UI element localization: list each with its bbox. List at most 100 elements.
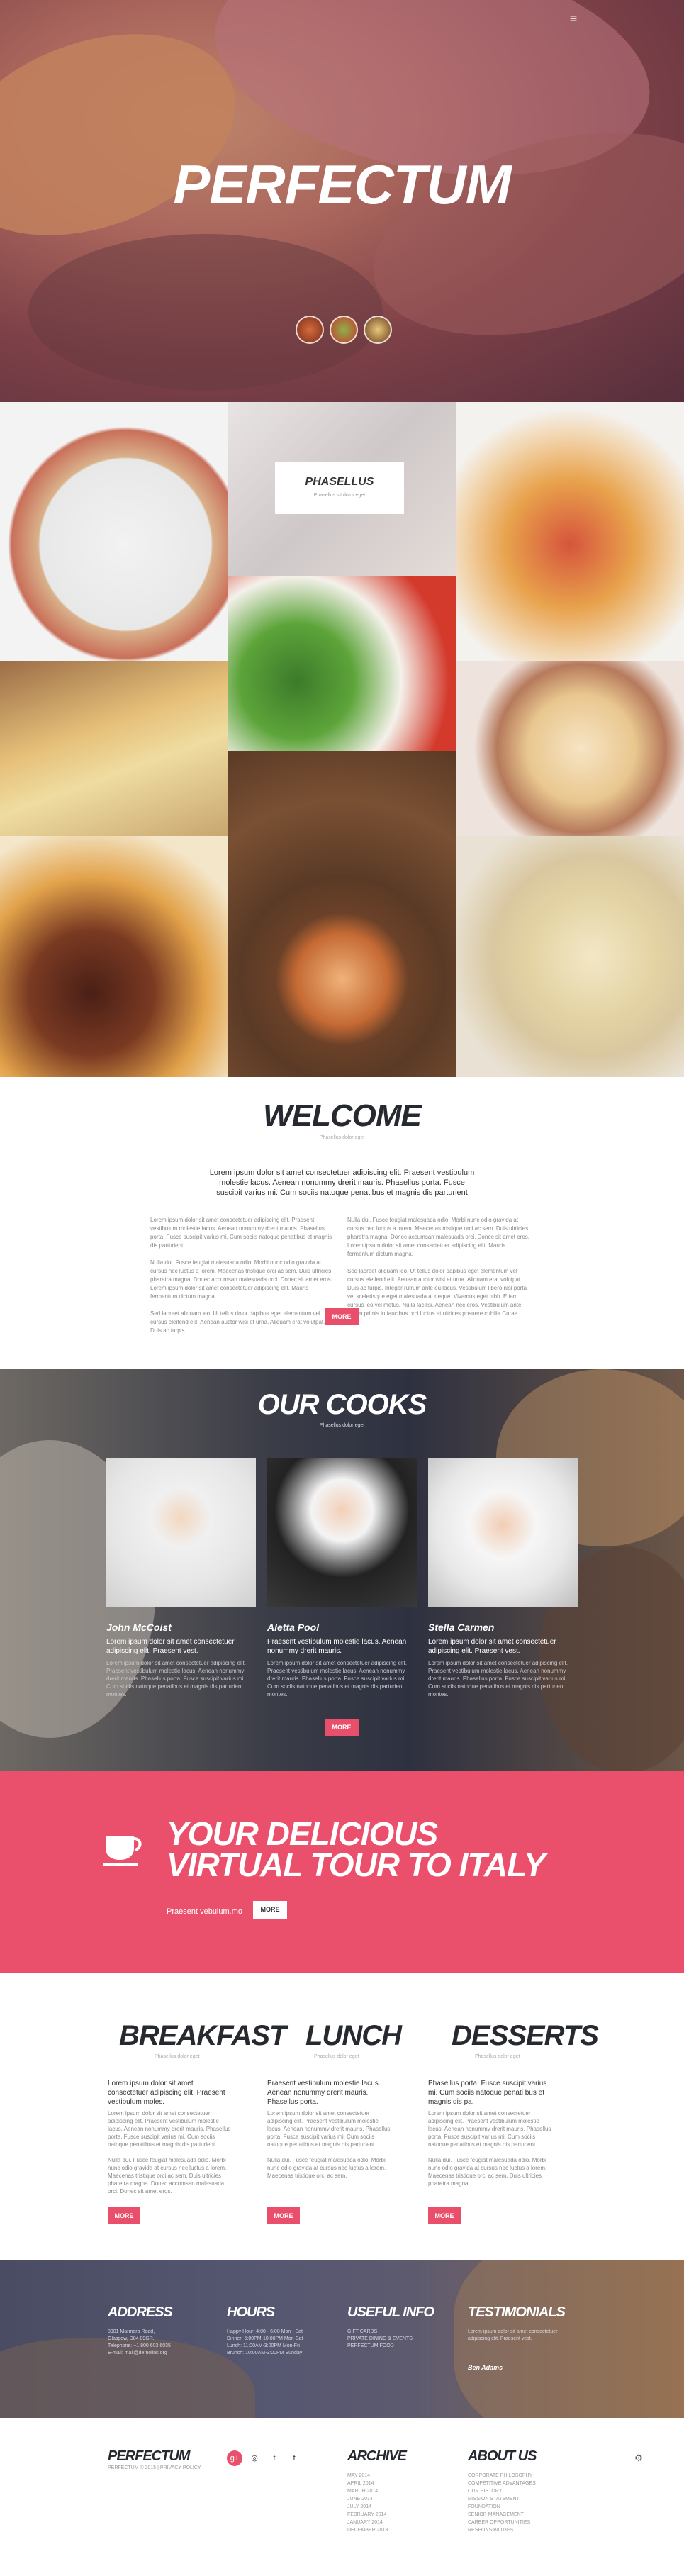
lunch-more-button[interactable]: MORE [267, 2207, 300, 2224]
about-us-list: CORPORATE PHILOSOPHY COMPETITIVE ADVANTA… [468, 2472, 536, 2534]
settings-icon[interactable]: ⚙ [633, 2453, 644, 2464]
gallery-tile-ravioli[interactable] [456, 836, 684, 1077]
about-item[interactable]: CORPORATE PHILOSOPHY [468, 2472, 536, 2480]
cooks-title: OUR COOKS [257, 1389, 427, 1420]
archive-item[interactable]: MAY 2014 [347, 2472, 388, 2480]
welcome-title: WELCOME [263, 1098, 422, 1133]
lunch-title: LUNCH [305, 2020, 402, 2051]
archive-item[interactable]: JULY 2014 [347, 2503, 388, 2511]
gallery-tile-flour-pasta[interactable] [0, 661, 228, 836]
cook-text-2: Lorem ipsum dolor sit amet consectetuer … [267, 1660, 407, 1697]
hero-thumb-3[interactable] [364, 316, 392, 344]
cooks-more-button[interactable]: MORE [325, 1719, 359, 1736]
desserts-lead: Phasellus porta. Fusce suscipit varius m… [428, 2080, 547, 2106]
cook-photo-3[interactable] [428, 1458, 578, 1607]
breakfast-lead: Lorem ipsum dolor sit amet consectetuer … [108, 2080, 225, 2106]
about-item[interactable]: OUR HISTORY [468, 2487, 536, 2495]
breakfast-text: Lorem ipsum dolor sit amet consectetuer … [108, 2110, 231, 2195]
useful-info-title: USEFUL INFO [347, 2304, 434, 2320]
cook-name-1[interactable]: John McCoist [106, 1622, 172, 1633]
hero-thumb-1[interactable] [296, 316, 324, 344]
breakfast-subtitle: Phasellus dolor eget [155, 2054, 200, 2059]
gallery-badge[interactable]: PHASELLUS Phasellus sit dolor eget [275, 462, 404, 514]
about-item[interactable]: COMPETITIVE ADVANTAGES [468, 2480, 536, 2487]
tour-more-button[interactable]: MORE [253, 1901, 287, 1919]
cook-text-3: Lorem ipsum dolor sit amet consectetuer … [428, 1660, 568, 1697]
cook-name-3[interactable]: Stella Carmen [428, 1622, 494, 1633]
lunch-text: Lorem ipsum dolor sit amet consectetuer … [267, 2110, 391, 2179]
cook-photo-2[interactable] [267, 1458, 417, 1607]
testimonial-text: Lorem ipsum dolor sit amet consectetuer … [468, 2329, 558, 2341]
cooks-subtitle: Phasellus dolor eget [319, 1423, 365, 1428]
tour-title-line-2: VIRTUAL TOUR TO ITALY [167, 1846, 546, 1883]
breakfast-title: BREAKFAST [119, 2020, 286, 2051]
footer-copyright[interactable]: PERFECTUM © 2015 | PRIVACY POLICY [108, 2465, 201, 2470]
lunch-subtitle: Phasellus dolor eget [314, 2054, 359, 2059]
cook-photo-1[interactable] [106, 1458, 256, 1607]
tour-text: Praesent vebulum.mo [167, 1907, 242, 1916]
footer-bottom [0, 2418, 684, 2576]
welcome-column-1: Lorem ipsum dolor sit amet consectetuer … [150, 1217, 333, 1334]
gallery-tile-caprese[interactable] [228, 576, 456, 751]
archive-title: ARCHIVE [347, 2448, 407, 2464]
gallery-tile-steak[interactable] [0, 836, 228, 1077]
address-title: ADDRESS [108, 2304, 173, 2320]
gallery-tile-pasta-fork[interactable] [456, 402, 684, 661]
tour-title-line-1: YOUR DELICIOUS [167, 1815, 438, 1852]
desserts-text: Lorem ipsum dolor sit amet consectetuer … [428, 2110, 551, 2187]
dribbble-icon[interactable]: ◎ [247, 2450, 262, 2466]
twitter-icon[interactable]: t [267, 2450, 282, 2466]
gallery-tile-tiramisu[interactable] [456, 661, 684, 836]
about-item[interactable]: SENIOR MANAGEMENT [468, 2511, 536, 2519]
about-item[interactable]: CAREER OPPORTUNITIES [468, 2519, 536, 2526]
welcome-more-button[interactable]: MORE [325, 1308, 359, 1325]
desserts-more-button[interactable]: MORE [428, 2207, 461, 2224]
archive-list: MAY 2014 APRIL 2014 MARCH 2014 JUNE 2014… [347, 2472, 388, 2534]
archive-item[interactable]: JUNE 2014 [347, 2495, 388, 2503]
about-us-title: ABOUT US [468, 2448, 537, 2464]
menu-icon[interactable]: ≡ [560, 7, 587, 30]
hero-title: PERFECTUM [173, 153, 511, 216]
hours-text: Happy Hour: 4:00 - 6:00 Mon - Sat Dinner… [227, 2329, 303, 2355]
cook-name-2[interactable]: Aletta Pool [267, 1622, 319, 1633]
desserts-title: DESSERTS [452, 2020, 599, 2051]
facebook-icon[interactable]: f [286, 2450, 302, 2466]
gallery-tile-melon-plate[interactable] [0, 402, 228, 661]
breakfast-more-button[interactable]: MORE [108, 2207, 140, 2224]
testimonial-author: Ben Adams [468, 2364, 503, 2371]
footer-info [0, 2260, 684, 2418]
archive-item[interactable]: APRIL 2014 [347, 2480, 388, 2487]
welcome-subtitle: Phasellus dolor eget [319, 1135, 365, 1140]
archive-item[interactable]: FEBRUARY 2014 [347, 2511, 388, 2519]
archive-item[interactable]: JANUARY 2014 [347, 2519, 388, 2526]
gallery-badge-subtitle: Phasellus sit dolor eget [313, 493, 366, 498]
googleplus-icon[interactable]: g+ [227, 2450, 242, 2466]
cook-text-1: Lorem ipsum dolor sit amet consectetuer … [106, 1660, 246, 1697]
address-text: 8901 Marmora Road, Glasgow, D04 89GR. Te… [108, 2329, 171, 2355]
gallery-tile-penne[interactable] [228, 751, 456, 1077]
gallery-badge-title: PHASELLUS [305, 476, 374, 488]
hero-slider-thumbs [291, 316, 397, 344]
hours-title: HOURS [227, 2304, 275, 2320]
footer-brand[interactable]: PERFECTUM [108, 2448, 190, 2465]
welcome-column-2: Nulla dui. Fusce feugiat malesuada odio.… [347, 1217, 530, 1317]
about-item[interactable]: MISSION STATEMENT [468, 2495, 536, 2503]
welcome-lead: Lorem ipsum dolor sit amet consectetuer … [209, 1169, 475, 1197]
cook-lead-1: Lorem ipsum dolor sit amet consectetuer … [106, 1638, 235, 1655]
cook-lead-3: Lorem ipsum dolor sit amet consectetuer … [428, 1638, 556, 1655]
archive-item[interactable]: MARCH 2014 [347, 2487, 388, 2495]
tour-title: YOUR DELICIOUS VIRTUAL TOUR TO ITALY [167, 1815, 592, 1883]
cook-lead-2: Praesent vestibulum molestie lacus. Aene… [267, 1638, 407, 1655]
about-item[interactable]: FOUNDATION [468, 2503, 536, 2511]
lunch-lead: Praesent vestibulum molestie lacus. Aene… [267, 2080, 381, 2106]
welcome-section: WELCOME Phasellus dolor eget Lorem ipsum… [0, 1077, 684, 1369]
testimonials-title: TESTIMONIALS [468, 2304, 566, 2320]
hero-banner: ≡ PERFECTUM [0, 0, 684, 402]
useful-info-links[interactable]: GIFT CARDS PRIVATE DINING & EVENTS PERFE… [347, 2329, 454, 2350]
hero-thumb-2[interactable] [330, 316, 358, 344]
coffee-cup-icon [103, 1836, 142, 1866]
about-item[interactable]: RESPONSIBILITIES [468, 2526, 536, 2534]
tour-banner: YOUR DELICIOUS VIRTUAL TOUR TO ITALY Pra… [0, 1771, 684, 1973]
archive-item[interactable]: DECEMBER 2013 [347, 2526, 388, 2534]
desserts-subtitle: Phasellus dolor eget [475, 2054, 520, 2059]
